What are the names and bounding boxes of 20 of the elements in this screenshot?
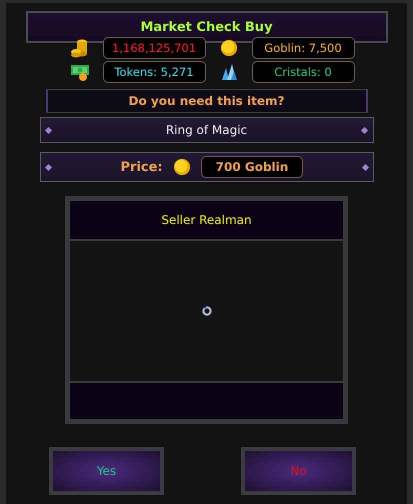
price-label: Price: bbox=[120, 160, 163, 174]
coin-icon bbox=[220, 39, 238, 57]
question-text: Do you need this item? bbox=[128, 94, 284, 108]
gem-icon bbox=[361, 126, 369, 134]
item-name: Ring of Magic bbox=[166, 123, 248, 137]
currency-value: 1,168,125,701 bbox=[102, 37, 206, 59]
ring-icon bbox=[202, 306, 212, 316]
gem-icon bbox=[361, 163, 369, 171]
gem-icon bbox=[44, 126, 52, 134]
gem-icon bbox=[44, 163, 52, 171]
coin-stack-icon bbox=[70, 38, 90, 58]
yes-button[interactable]: Yes bbox=[49, 447, 164, 495]
price-value: 700 Goblin bbox=[200, 156, 304, 178]
banknote-icon bbox=[70, 62, 90, 82]
seller-name: Seller Realman bbox=[161, 213, 252, 227]
currency-value: Goblin: 7,500 bbox=[252, 37, 354, 59]
window-title: Market Check Buy bbox=[140, 20, 273, 34]
currency-value: Tokens: 5,271 bbox=[102, 61, 206, 83]
coin-icon bbox=[172, 158, 191, 176]
currency-value: Cristals: 0 bbox=[252, 61, 354, 83]
